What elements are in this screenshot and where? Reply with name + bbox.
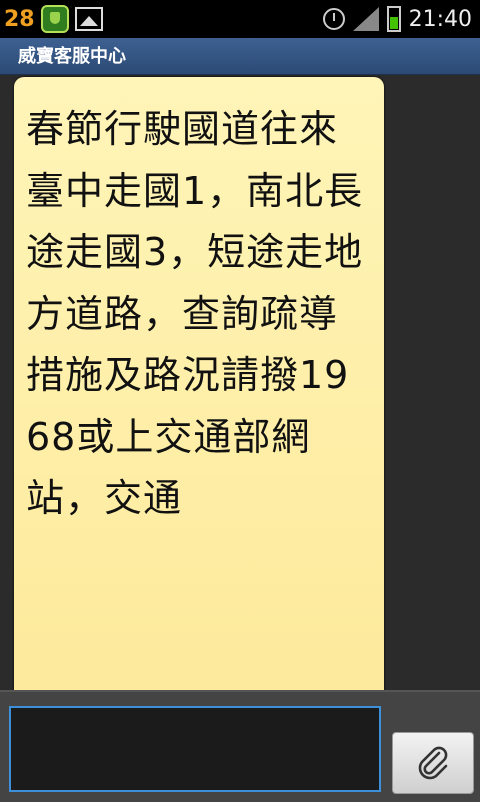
message-input[interactable]	[9, 706, 381, 792]
status-bar: 28 21:40	[0, 0, 480, 38]
clock: 21:40	[408, 6, 472, 32]
paperclip-icon	[418, 746, 448, 780]
battery-icon	[386, 6, 401, 32]
compose-bar	[0, 690, 480, 802]
message-bubble[interactable]: 春節行駛國道往來臺中走國1，南北長途走國3，短途走地方道路，查詢疏導措施及路況請…	[14, 77, 384, 690]
page-title: 威寶客服中心	[18, 46, 126, 67]
shield-icon	[40, 5, 69, 33]
signal-icon	[352, 7, 379, 31]
gallery-icon	[74, 7, 103, 31]
attach-button[interactable]	[392, 732, 474, 794]
system-status: 21:40	[322, 3, 472, 35]
message-list[interactable]: 春節行駛國道往來臺中走國1，南北長途走國3，短途走地方道路，查詢疏導措施及路況請…	[0, 75, 480, 690]
conversation-title-bar: 威寶客服中心	[0, 38, 480, 75]
notification-area[interactable]: 28	[4, 4, 103, 34]
notification-count: 28	[4, 6, 35, 32]
alarm-icon	[322, 8, 345, 30]
message-text: 春節行駛國道往來臺中走國1，南北長途走國3，短途走地方道路，查詢疏導措施及路況請…	[26, 107, 364, 520]
